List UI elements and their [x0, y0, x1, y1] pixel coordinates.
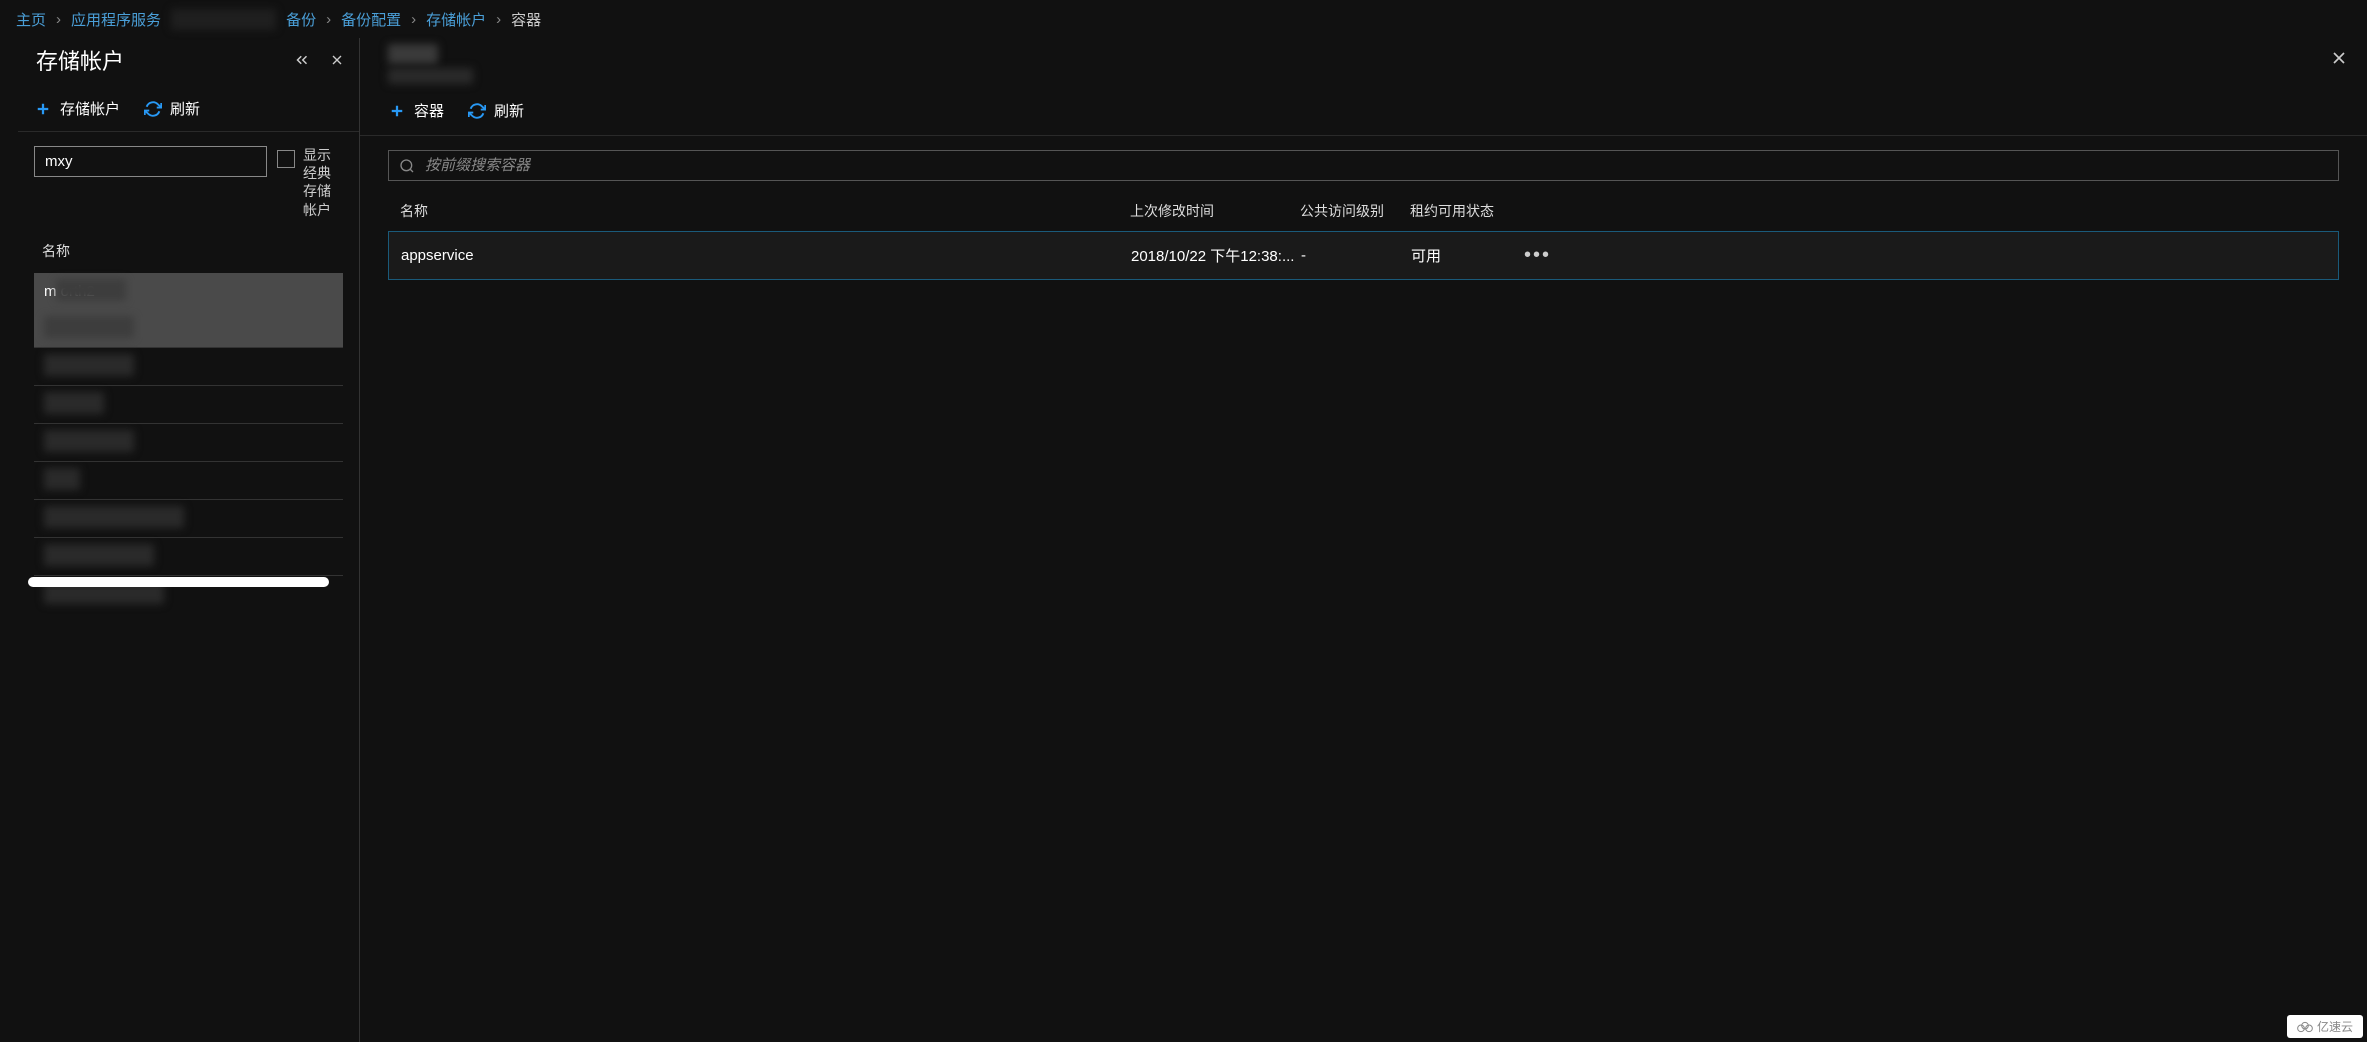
refresh-containers-button[interactable]: 刷新: [468, 100, 524, 121]
list-item[interactable]: [34, 386, 343, 424]
storage-accounts-panel: 存储帐户 存储帐户 刷新: [0, 38, 360, 1042]
col-header-lease[interactable]: 租约可用状态: [1410, 201, 1520, 221]
containers-panel: 容器 刷新 名称 上次修改时间 公共访问级别 租约可用状态: [360, 38, 2367, 1042]
list-item[interactable]: [34, 348, 343, 386]
chevron-right-icon: ›: [326, 11, 331, 28]
refresh-button[interactable]: 刷新: [144, 98, 200, 119]
breadcrumb-home[interactable]: 主页: [16, 9, 46, 30]
chevron-right-icon: ›: [411, 11, 416, 28]
add-storage-button[interactable]: 存储帐户: [34, 98, 120, 119]
cell-modified: 2018/10/22 下午12:38:...: [1131, 245, 1301, 266]
list-header-name: 名称: [18, 229, 359, 273]
plus-icon: [388, 102, 406, 120]
panel-title: 存储帐户: [36, 44, 124, 76]
list-item[interactable]: [34, 424, 343, 462]
cell-lease: 可用: [1411, 245, 1521, 266]
add-container-label: 容器: [414, 100, 444, 121]
plus-icon: [34, 100, 52, 118]
col-header-name[interactable]: 名称: [400, 201, 1130, 221]
breadcrumb-backup[interactable]: 备份: [286, 9, 316, 30]
col-header-access[interactable]: 公共访问级别: [1300, 201, 1410, 221]
breadcrumb-backup-config[interactable]: 备份配置: [341, 9, 401, 30]
refresh-icon: [144, 100, 162, 118]
add-container-button[interactable]: 容器: [388, 100, 444, 121]
close-icon[interactable]: [325, 48, 349, 72]
list-item[interactable]: [34, 310, 343, 348]
breadcrumb-appservices[interactable]: 应用程序服务: [71, 9, 161, 30]
cell-name: appservice: [401, 247, 1131, 264]
list-item[interactable]: [34, 538, 343, 576]
breadcrumb-hidden-segment: hidden: [171, 9, 276, 30]
close-icon[interactable]: [2321, 44, 2357, 72]
breadcrumb: 主页 › 应用程序服务 hidden 备份 › 备份配置 › 存储帐户 › 容器: [0, 0, 2367, 38]
storage-account-subtitle: [388, 68, 473, 84]
chevron-right-icon: ›: [56, 11, 61, 28]
refresh-containers-label: 刷新: [494, 100, 524, 121]
container-search-box[interactable]: [388, 150, 2339, 181]
storage-account-name: [388, 44, 438, 64]
list-item[interactable]: [34, 462, 343, 500]
more-icon[interactable]: •••: [1524, 244, 1551, 266]
watermark-label: 亿速云: [2317, 1018, 2353, 1035]
breadcrumb-storage-account[interactable]: 存储帐户: [426, 9, 486, 30]
table-header: 名称 上次修改时间 公共访问级别 租约可用状态: [388, 191, 2339, 231]
list-item[interactable]: m orth2: [34, 273, 343, 310]
refresh-icon: [468, 102, 486, 120]
cell-access: -: [1301, 247, 1411, 264]
container-search-input[interactable]: [425, 157, 2328, 174]
add-storage-label: 存储帐户: [60, 98, 120, 119]
show-classic-checkbox[interactable]: [277, 150, 295, 168]
chevron-right-icon: ›: [496, 11, 501, 28]
show-classic-label: 显示经典存储帐户: [303, 146, 343, 219]
panel-title-block: [388, 44, 473, 84]
left-toolbar: 存储帐户 刷新: [18, 86, 359, 132]
collapse-icon[interactable]: [289, 47, 315, 73]
refresh-label: 刷新: [170, 98, 200, 119]
watermark: 亿速云: [2287, 1015, 2363, 1038]
col-header-modified[interactable]: 上次修改时间: [1130, 201, 1300, 221]
breadcrumb-current: 容器: [511, 9, 541, 30]
table-row[interactable]: appservice 2018/10/22 下午12:38:... - 可用 •…: [388, 231, 2339, 280]
right-toolbar: 容器 刷新: [360, 84, 2367, 136]
storage-search-input[interactable]: [34, 146, 267, 177]
filter-row: 显示经典存储帐户: [18, 132, 359, 229]
storage-account-list: m orth2: [18, 273, 359, 613]
horizontal-scrollbar[interactable]: [28, 577, 329, 587]
list-item[interactable]: [34, 500, 343, 538]
search-icon: [399, 158, 415, 174]
